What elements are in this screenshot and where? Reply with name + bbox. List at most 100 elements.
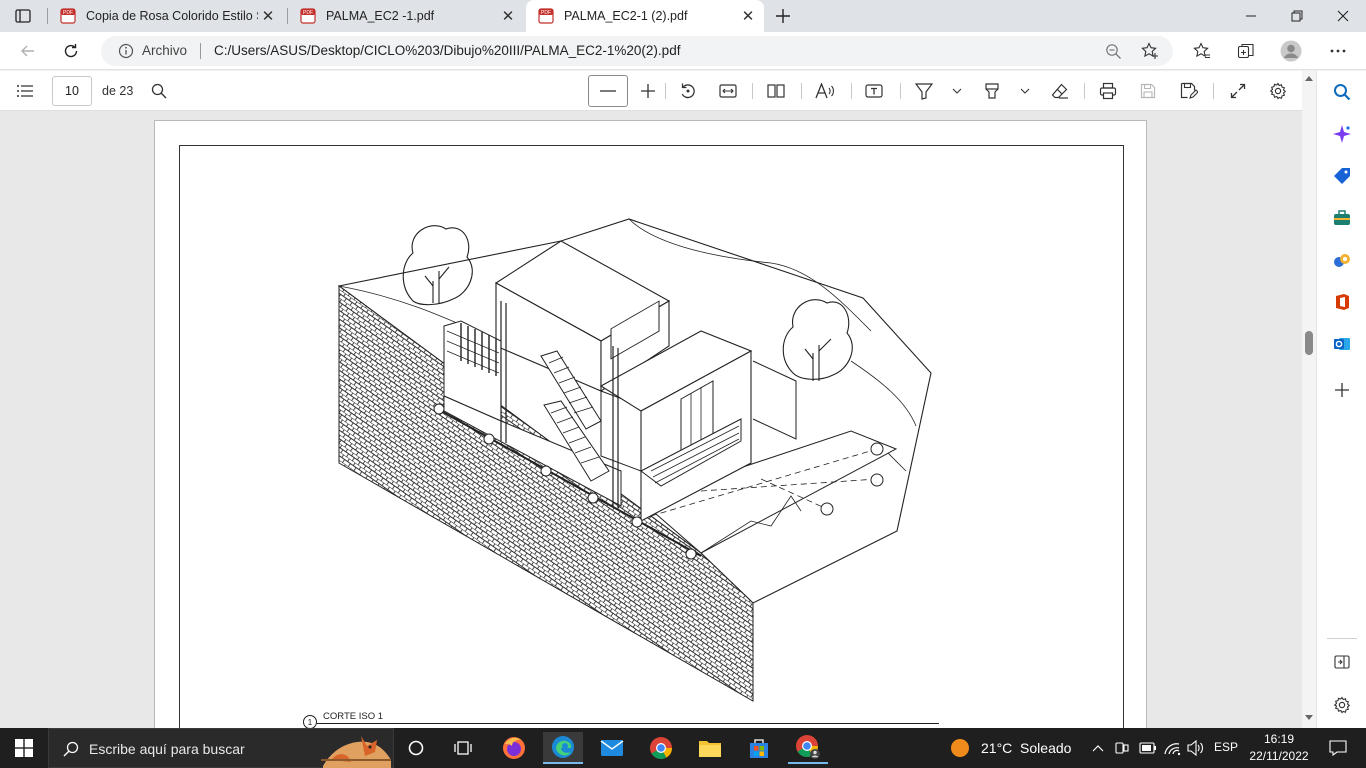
- meet-now-icon[interactable]: [1114, 740, 1130, 756]
- add-favorite-icon[interactable]: [1141, 42, 1159, 60]
- taskbar-edge-active[interactable]: [543, 732, 583, 764]
- hide-sidebar-button[interactable]: [1329, 649, 1355, 675]
- taskbar-chrome[interactable]: [641, 732, 681, 764]
- close-window-button[interactable]: [1320, 0, 1366, 32]
- isometric-section-drawing: [337, 218, 932, 702]
- view-title: CORTE ISO 1: [323, 711, 384, 722]
- taskbar-store[interactable]: [739, 732, 779, 764]
- fit-width-icon: [719, 84, 737, 98]
- show-hidden-icons-button[interactable]: [1090, 740, 1106, 756]
- site-label: Archivo: [142, 43, 188, 58]
- search-icon: [1334, 84, 1351, 101]
- weather-widget[interactable]: 21°C Soleado: [948, 728, 1078, 768]
- tag-icon: [1334, 168, 1350, 184]
- sidebar-office-button[interactable]: [1329, 289, 1355, 315]
- refresh-button[interactable]: [56, 36, 86, 66]
- search-icon: [63, 741, 79, 757]
- draw-button[interactable]: [911, 79, 937, 103]
- page-view-button[interactable]: [763, 79, 789, 103]
- scroll-down-arrow-icon[interactable]: [1305, 715, 1313, 721]
- start-button[interactable]: [4, 732, 44, 764]
- save-as-button[interactable]: [1176, 79, 1202, 103]
- erase-button[interactable]: [1047, 79, 1073, 103]
- svg-text:PDF: PDF: [63, 10, 73, 16]
- minimize-button[interactable]: [1228, 0, 1274, 32]
- zoom-out-button[interactable]: [588, 75, 628, 107]
- wifi-icon[interactable]: [1163, 740, 1181, 756]
- highlight-options-button[interactable]: [1014, 79, 1036, 103]
- battery-icon[interactable]: [1139, 741, 1157, 755]
- vertical-scrollbar[interactable]: [1302, 71, 1316, 728]
- clock[interactable]: 16:19 22/11/2022: [1244, 731, 1314, 765]
- page-view-icon: [767, 84, 785, 98]
- volume-icon[interactable]: [1187, 740, 1205, 756]
- pdf-viewer[interactable]: 1 CORTE ISO 1: [0, 111, 1302, 728]
- cortana-button[interactable]: [396, 732, 436, 764]
- find-button[interactable]: [146, 79, 172, 103]
- tab-2-active[interactable]: PDF PALMA_EC2-1 (2).pdf ✕: [526, 0, 764, 32]
- table-of-contents-button[interactable]: [12, 79, 38, 103]
- taskbar-search-box[interactable]: Escribe aquí para buscar: [48, 728, 394, 768]
- task-view-button[interactable]: [443, 732, 483, 764]
- close-icon[interactable]: ✕: [500, 8, 516, 25]
- office-icon: [1336, 294, 1349, 310]
- tab-1[interactable]: PDF PALMA_EC2 -1.pdf ✕: [288, 0, 524, 32]
- url-divider: [200, 43, 201, 59]
- sidebar-search-button[interactable]: [1329, 79, 1355, 105]
- rotate-button[interactable]: [675, 79, 701, 103]
- settings-and-more-button[interactable]: [1323, 36, 1353, 66]
- toolbar-separator: [665, 83, 666, 99]
- draw-icon: [915, 83, 933, 100]
- save-button[interactable]: [1135, 79, 1161, 103]
- refresh-icon: [64, 44, 78, 58]
- tab-actions-button[interactable]: [12, 7, 34, 25]
- sidebar-outlook-button[interactable]: [1329, 331, 1355, 357]
- scroll-up-arrow-icon[interactable]: [1305, 75, 1313, 81]
- add-text-button[interactable]: [861, 79, 887, 103]
- zoom-out-icon[interactable]: [1105, 43, 1122, 60]
- full-screen-button[interactable]: [1225, 79, 1251, 103]
- read-aloud-button[interactable]: [812, 79, 838, 103]
- tab-0[interactable]: PDF Copia de Rosa Colorido Estilo Se ✕: [48, 0, 284, 32]
- highlight-button[interactable]: [979, 79, 1005, 103]
- favorites-button[interactable]: [1187, 36, 1217, 66]
- tab-bar: PDF Copia de Rosa Colorido Estilo Se ✕ P…: [0, 0, 1366, 32]
- sidebar-tools-button[interactable]: [1329, 205, 1355, 231]
- fit-to-width-button[interactable]: [715, 79, 741, 103]
- close-icon[interactable]: ✕: [260, 8, 276, 25]
- sidebar-shopping-button[interactable]: [1329, 163, 1355, 189]
- new-tab-button[interactable]: [770, 4, 796, 28]
- pdf-settings-button[interactable]: [1265, 79, 1291, 103]
- close-icon[interactable]: ✕: [740, 8, 756, 25]
- address-field[interactable]: Archivo C:/Users/ASUS/Desktop/CICLO%203/…: [101, 36, 1173, 66]
- taskbar-chrome-profile[interactable]: [788, 732, 828, 764]
- taskbar-firefox[interactable]: [494, 732, 534, 764]
- chrome-icon: [650, 737, 672, 759]
- zoom-in-button[interactable]: [635, 79, 661, 103]
- svg-text:PDF: PDF: [541, 10, 551, 16]
- mail-icon: [600, 740, 624, 756]
- page-number-input[interactable]: [52, 76, 92, 106]
- print-button[interactable]: [1095, 79, 1121, 103]
- profile-button[interactable]: [1276, 36, 1306, 66]
- notifications-button[interactable]: [1318, 732, 1358, 764]
- back-button[interactable]: [13, 36, 43, 66]
- sidebar-settings-button[interactable]: [1329, 692, 1355, 718]
- sparkle-icon: [1333, 125, 1351, 143]
- save-icon: [1140, 83, 1156, 99]
- address-bar: Archivo C:/Users/ASUS/Desktop/CICLO%203/…: [0, 32, 1366, 70]
- sidebar-games-button[interactable]: [1329, 247, 1355, 273]
- collections-button[interactable]: [1231, 36, 1261, 66]
- edge-icon: [552, 736, 574, 758]
- language-indicator[interactable]: ESP: [1214, 740, 1238, 754]
- taskbar-file-explorer[interactable]: [690, 732, 730, 764]
- restore-button[interactable]: [1274, 0, 1320, 32]
- taskbar-mail[interactable]: [592, 732, 632, 764]
- url-text[interactable]: C:/Users/ASUS/Desktop/CICLO%203/Dibujo%2…: [214, 43, 680, 58]
- tree-left: [402, 225, 473, 306]
- info-icon[interactable]: [118, 43, 134, 59]
- sidebar-copilot-button[interactable]: [1329, 121, 1355, 147]
- sidebar-add-button[interactable]: [1329, 377, 1355, 403]
- draw-options-button[interactable]: [946, 79, 968, 103]
- scroll-thumb[interactable]: [1305, 331, 1313, 355]
